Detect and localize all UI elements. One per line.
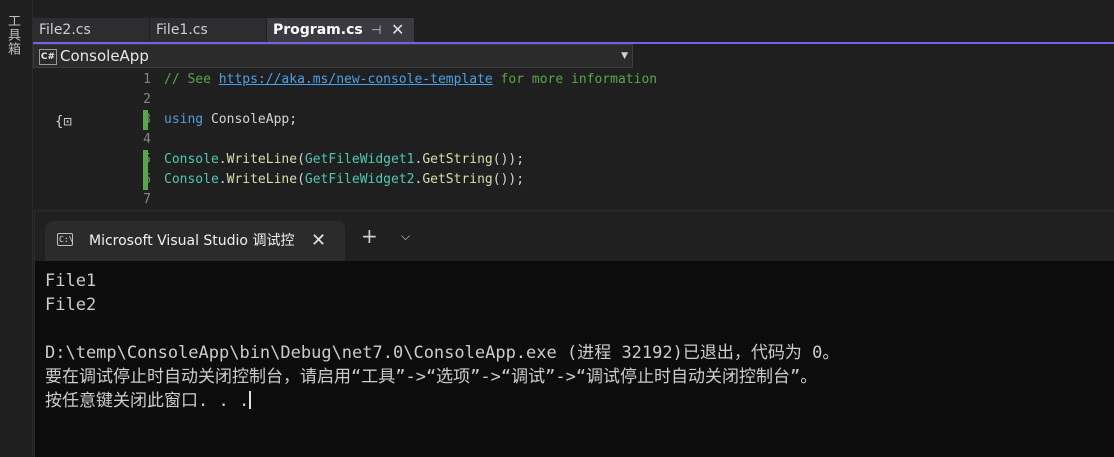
output-line: File1: [45, 271, 97, 291]
code-text: (: [297, 152, 305, 167]
plus-icon[interactable]: +: [361, 223, 378, 249]
code-text: .: [218, 152, 227, 167]
code-line-6: Console.WriteLine(GetFileWidget2.GetStri…: [164, 170, 524, 190]
close-icon[interactable]: ✕: [391, 18, 404, 42]
output-line: 按任意键关闭此窗口. . .: [45, 391, 250, 411]
line-number: 2: [143, 92, 151, 107]
code-text: ());: [492, 172, 525, 187]
csharp-file-icon: C#: [39, 49, 57, 65]
change-marker: [143, 110, 148, 130]
project-dropdown[interactable]: C# ConsoleApp ▼: [33, 44, 633, 68]
navbar-rest: [633, 44, 1114, 68]
console-output[interactable]: File1 File2​D:\temp\ConsoleApp\bin\Debug\…: [45, 269, 1105, 413]
code-text: ConsoleApp;: [203, 112, 298, 127]
comment: for more information: [492, 72, 658, 87]
comment: // See: [164, 72, 219, 87]
class-name: Console: [164, 152, 219, 167]
chevron-down-icon[interactable]: ▼: [621, 45, 628, 67]
keyword: using: [164, 112, 204, 127]
tab-program[interactable]: Program.cs ⊣ ✕: [267, 18, 414, 42]
output-line: ​: [45, 317, 1105, 341]
method-name: GetString: [422, 172, 493, 187]
output-line: 要在调试停止时自动关闭控制台，请启用“工具”->“选项”->“调试”->“调试停…: [45, 367, 818, 387]
code-line-3: using ConsoleApp;: [164, 110, 297, 130]
line-number: 1: [143, 72, 151, 87]
console-tab-title: Microsoft Visual Studio 调试控制台: [89, 233, 295, 249]
text-cursor: [249, 391, 252, 409]
method-name: WriteLine: [226, 152, 298, 167]
line-number: 4: [143, 132, 151, 147]
tab-label: Program.cs: [273, 22, 363, 38]
tab-file1[interactable]: File1.cs: [150, 18, 266, 42]
tab-file2[interactable]: File2.cs: [33, 18, 149, 42]
code-line-5: Console.WriteLine(GetFileWidget1.GetStri…: [164, 150, 524, 170]
terminal-icon: C:\: [57, 233, 74, 246]
toolbox-strip[interactable]: 工具箱: [0, 0, 33, 456]
output-line: D:\temp\ConsoleApp\bin\Debug\net7.0\Cons…: [45, 343, 840, 363]
class-name: GetFileWidget1: [304, 152, 415, 167]
project-name: ConsoleApp: [60, 47, 149, 65]
code-line-1: // See https://aka.ms/new-console-templa…: [164, 70, 657, 90]
tab-label: File1.cs: [156, 22, 208, 38]
console-tab-bar: C:\ Microsoft Visual Studio 调试控制台 ✕ + ⌵: [35, 211, 1114, 261]
class-name: GetFileWidget2: [304, 172, 415, 187]
class-name: Console: [164, 172, 219, 187]
output-line-prompt: 按任意键关闭此窗口. . .: [45, 389, 1105, 413]
method-name: GetString: [422, 152, 493, 167]
change-marker: [143, 150, 148, 190]
editor-tab-bar: File2.cs File1.cs Program.cs ⊣ ✕: [33, 18, 1114, 44]
pin-icon[interactable]: ⊣: [371, 18, 381, 42]
code-editor[interactable]: {⊡ 1 2 3 4 5 6 7 // See https://aka.ms/n…: [33, 70, 1114, 210]
code-snippet-icon[interactable]: {⊡: [55, 114, 72, 130]
method-name: WriteLine: [226, 172, 298, 187]
toolbox-label[interactable]: 工具箱: [4, 14, 22, 56]
output-line: File2: [45, 295, 97, 315]
template-link[interactable]: https://aka.ms/new-console-template: [219, 72, 493, 87]
code-text: ());: [492, 152, 525, 167]
line-number: 7: [143, 192, 151, 207]
code-text: (: [297, 172, 305, 187]
console-window[interactable]: C:\ Microsoft Visual Studio 调试控制台 ✕ + ⌵ …: [34, 210, 1114, 457]
tab-label: File2.cs: [39, 22, 91, 38]
close-icon[interactable]: ✕: [311, 221, 326, 261]
chevron-down-icon[interactable]: ⌵: [401, 223, 410, 249]
code-text: .: [218, 172, 227, 187]
console-tab[interactable]: C:\ Microsoft Visual Studio 调试控制台 ✕: [45, 221, 345, 261]
